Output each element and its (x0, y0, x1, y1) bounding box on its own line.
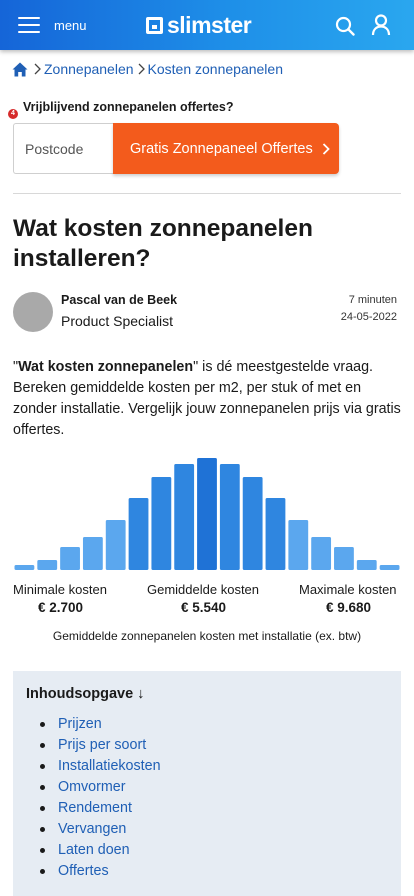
intro-paragraph: "Wat kosten zonnepanelen" is dé meestges… (13, 357, 403, 441)
chart-bar (82, 537, 103, 570)
toc-item-prijzen[interactable]: Prijzen (38, 714, 161, 735)
chart-bar (128, 498, 149, 570)
chart-bar (265, 498, 286, 570)
page-title: Wat kosten zonnepanelen installeren? (13, 215, 313, 272)
chart-value-avg: € 5.540 (181, 600, 227, 615)
breadcrumb-chevron-icon (34, 63, 41, 75)
chart-bar (356, 560, 377, 570)
toc-item-offertes[interactable]: Offertes (38, 861, 161, 882)
site-header: menu slimster (0, 0, 414, 50)
chart-label-min: Minimale kosten (13, 582, 107, 597)
postcode-input[interactable] (13, 123, 114, 174)
toc-item-prijs-per-soort[interactable]: Prijs per soort (38, 735, 161, 756)
cost-distribution-chart (14, 458, 400, 570)
chart-bar (242, 477, 263, 570)
menu-label: menu (54, 17, 87, 33)
chart-label-avg: Gemiddelde kosten (147, 582, 260, 597)
chart-bar (197, 458, 217, 570)
menu-button[interactable]: menu (18, 14, 87, 36)
quote-cta-button[interactable]: Gratis Zonnepaneel Offertes (113, 123, 339, 174)
chart-value-min: € 2.700 (38, 600, 84, 615)
toc-title[interactable]: Inhoudsopgave ↓ (26, 686, 144, 702)
chart-label-max: Maximale kosten (299, 582, 397, 597)
table-of-contents: Inhoudsopgave ↓ Prijzen Prijs per soort … (13, 671, 401, 896)
read-time: 7 minuten (348, 294, 397, 306)
chart-bar (37, 560, 58, 570)
chart-bar (14, 565, 35, 570)
home-icon[interactable] (12, 62, 28, 77)
hamburger-icon (18, 17, 40, 33)
intro-bold: Wat kosten zonnepanelen (18, 359, 194, 375)
author-role: Product Specialist (61, 313, 174, 329)
toc-item-installatiekosten[interactable]: Installatiekosten (38, 756, 161, 777)
toc-item-rendement[interactable]: Rendement (38, 798, 161, 819)
chart-bar (219, 464, 240, 570)
promo-title: Vrijblijvend zonnepanelen offertes? (23, 100, 234, 114)
breadcrumb-item-kosten[interactable]: Kosten zonnepanelen (148, 61, 283, 77)
chart-bar (311, 537, 332, 570)
toc-item-vervangen[interactable]: Vervangen (38, 819, 161, 840)
user-icon[interactable] (371, 14, 391, 36)
section-divider (13, 193, 401, 194)
chart-bar (334, 547, 354, 570)
chart-bar (379, 565, 400, 570)
toc-item-omvormer[interactable]: Omvormer (38, 777, 161, 798)
chart-bar (105, 520, 126, 570)
chart-bar (288, 520, 309, 570)
logo-text: slimster (167, 12, 252, 38)
chart-bar (60, 547, 80, 570)
publish-date: 24-05-2022 (340, 311, 397, 323)
cta-label: Gratis Zonnepaneel Offertes (130, 140, 313, 157)
site-logo[interactable]: slimster (146, 12, 252, 39)
chevron-right-icon (322, 142, 330, 155)
logo-mark-icon (146, 17, 163, 34)
author-avatar (13, 292, 53, 332)
breadcrumb: Zonnepanelen Kosten zonnepanelen (12, 58, 283, 80)
notification-badge: 4 (8, 109, 18, 119)
breadcrumb-item-zonnepanelen[interactable]: Zonnepanelen (44, 61, 134, 77)
chart-value-max: € 9.680 (326, 600, 372, 615)
toc-item-laten-doen[interactable]: Laten doen (38, 840, 161, 861)
chart-bar (151, 477, 172, 570)
toc-list: Prijzen Prijs per soort Installatiekoste… (38, 714, 161, 882)
author-name[interactable]: Pascal van de Beek (61, 293, 177, 307)
search-icon[interactable] (335, 16, 355, 36)
chart-caption: Gemiddelde zonnepanelen kosten met insta… (52, 629, 362, 643)
chart-bar (174, 464, 195, 570)
breadcrumb-chevron-icon (138, 63, 145, 75)
